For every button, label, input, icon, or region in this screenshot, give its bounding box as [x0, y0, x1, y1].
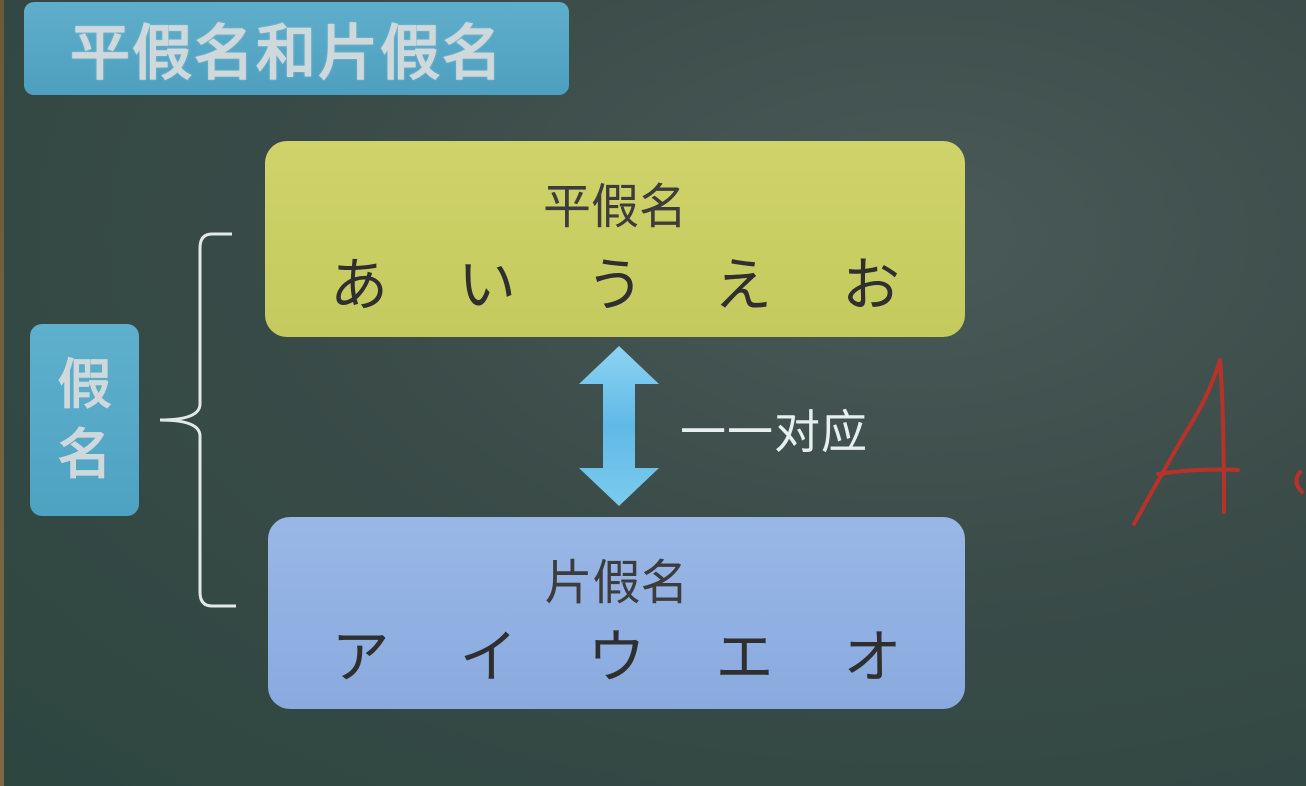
kana-side-label: 假 名 [30, 324, 139, 516]
hiragana-char: お [841, 251, 900, 319]
page-title: 平假名和片假名 [70, 19, 504, 89]
double-vertical-arrow-icon [579, 346, 659, 506]
kana-side-char-2: 名 [57, 423, 112, 486]
correspondence-label: 一一对应 [680, 405, 868, 459]
katakana-char: ウ [587, 623, 646, 691]
handwritten-letter-icon [1132, 358, 1304, 526]
katakana-box-title: 片假名 [544, 555, 689, 611]
chalkboard: 平假名和片假名 假 名 平假名 あ い う え お 一一对应 片假名 ア イ ウ… [0, 0, 1306, 786]
hiragana-char: あ [329, 251, 388, 319]
kana-side-char-1: 假 [57, 353, 112, 416]
title-banner: 平假名和片假名 [24, 2, 569, 95]
katakana-row: ア イ ウ エ オ [268, 625, 965, 689]
katakana-box: 片假名 ア イ ウ エ オ [268, 517, 965, 709]
board-frame-edge [0, 0, 4, 786]
hiragana-row: あ い う え お [265, 253, 965, 317]
hiragana-char: い [457, 251, 516, 319]
hiragana-char: え [713, 251, 772, 319]
left-curly-brace-icon [159, 232, 236, 608]
katakana-char: エ [715, 623, 774, 691]
katakana-char: イ [459, 623, 518, 691]
katakana-char: ア [331, 623, 390, 691]
hiragana-box-title: 平假名 [542, 179, 687, 235]
hiragana-box: 平假名 あ い う え お [265, 141, 965, 337]
hiragana-char: う [585, 251, 644, 319]
katakana-char: オ [843, 623, 902, 691]
